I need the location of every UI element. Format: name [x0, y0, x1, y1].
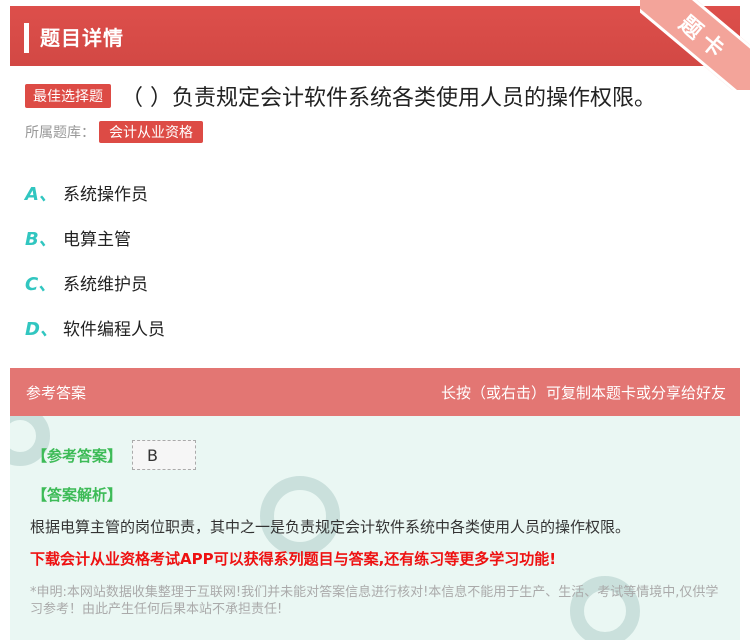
question-type-badge: 最佳选择题 [25, 84, 111, 108]
answer-panel: 【参考答案】 B 【答案解析】 根据电算主管的岗位职责，其中之一是负责规定会计软… [10, 416, 740, 640]
page-title: 题目详情 [40, 26, 124, 50]
library-tag[interactable]: 会计从业资格 [99, 121, 203, 143]
option-text: 系统操作员 [63, 185, 148, 205]
option-letter: A、 [25, 183, 57, 205]
option-c[interactable]: C、 系统维护员 [25, 260, 165, 305]
answer-label: 【参考答案】 [32, 446, 123, 465]
answer-header: 参考答案 长按（或右击）可复制本题卡或分享给好友 [10, 368, 740, 416]
answer-value: B [132, 440, 197, 470]
option-letter: D、 [25, 318, 58, 340]
disclaimer-text: *申明:本网站数据收集整理于互联网!我们并未能对答案信息进行核对!本信息不能用于… [30, 585, 719, 617]
option-a[interactable]: A、 系统操作员 [25, 170, 165, 215]
detail-header: 题目详情 [10, 6, 740, 66]
answer-row: 【参考答案】 B [32, 440, 197, 470]
analysis-label: 【答案解析】 [32, 486, 123, 504]
option-d[interactable]: D、 软件编程人员 [25, 305, 165, 350]
option-text: 软件编程人员 [63, 320, 165, 340]
ribbon-label: 题卡 [640, 0, 750, 90]
library-line: 所属题库： 会计从业资格 [25, 121, 203, 143]
option-text: 电算主管 [63, 230, 131, 250]
question-text: （ ）负责规定会计软件系统各类使用人员的操作权限。 [121, 86, 656, 111]
option-letter: B、 [25, 228, 57, 250]
option-b[interactable]: B、 电算主管 [25, 215, 165, 260]
question-line: 最佳选择题 （ ）负责规定会计软件系统各类使用人员的操作权限。 [25, 80, 730, 112]
option-letter: C、 [25, 273, 57, 295]
answer-header-title: 参考答案 [26, 384, 87, 402]
corner-ribbon: 题卡 [640, 0, 750, 90]
analysis-text: 根据电算主管的岗位职责，其中之一是负责规定会计软件系统中各类使用人员的操作权限。 [30, 518, 631, 536]
header-accent-bar [24, 23, 29, 53]
copy-share-hint: 长按（或右击）可复制本题卡或分享给好友 [440, 384, 726, 402]
option-text: 系统维护员 [63, 275, 148, 295]
options-list: A、 系统操作员 B、 电算主管 C、 系统维护员 D、 软件编程人员 [25, 170, 165, 350]
library-label: 所属题库： [25, 125, 95, 141]
app-promo-text[interactable]: 下载会计从业资格考试APP可以获得系列题目与答案,还有练习等更多学习功能! [30, 548, 556, 569]
